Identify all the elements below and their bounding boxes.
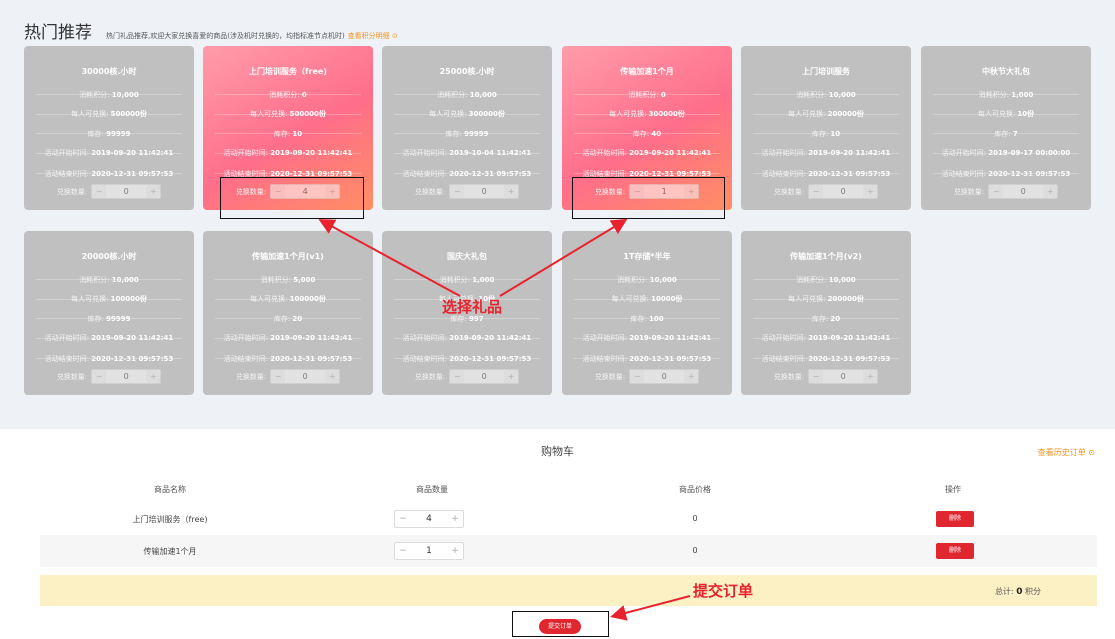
cart-total: 总计: 0 积分 xyxy=(995,586,1041,597)
total-bar: 总计: 0 积分 xyxy=(40,575,1097,606)
cart-qty-stepper[interactable]: − 4 + xyxy=(394,510,464,528)
total-value: 0 xyxy=(1016,587,1023,597)
col-header-name: 商品名称 xyxy=(154,485,186,494)
cart-row: 上门培训服务（free) − 4 + 0 删除 xyxy=(40,503,1097,535)
cart-item-name: 上门培训服务（free) xyxy=(132,515,208,524)
annotation-select-gift: 选择礼品 xyxy=(442,298,503,316)
gift-section: 热门推荐 热门礼品推荐,欢迎大家兑换喜爱的商品(涉及机时兑换的，均指标准节点机时… xyxy=(0,0,1115,429)
cart-row: 传输加速1个月 − 1 + 0 删除 xyxy=(40,535,1097,567)
order-history-link[interactable]: 查看历史订单 ⊙ xyxy=(1038,447,1095,458)
submit-order-button[interactable]: 提交订单 xyxy=(539,619,581,634)
cart-qty-value[interactable]: 4 xyxy=(411,511,447,527)
total-label: 总计: xyxy=(994,587,1014,596)
decrement-button[interactable]: − xyxy=(395,511,411,527)
cart-item-price: 0 xyxy=(692,546,698,555)
annotation-arrows-select xyxy=(318,218,628,297)
col-header-price: 商品价格 xyxy=(679,485,711,494)
col-header-action: 操作 xyxy=(945,485,961,494)
decrement-button[interactable]: − xyxy=(395,543,411,559)
col-header-qty: 商品数量 xyxy=(416,485,448,494)
cart-qty-value[interactable]: 1 xyxy=(411,543,447,559)
delete-button[interactable]: 删除 xyxy=(936,511,974,527)
cart-qty-stepper[interactable]: − 1 + xyxy=(394,542,464,560)
cart-title: 购物车 xyxy=(541,445,574,458)
increment-button[interactable]: + xyxy=(447,543,463,559)
increment-button[interactable]: + xyxy=(447,511,463,527)
total-unit: 积分 xyxy=(1025,587,1041,596)
annotation-submit-order: 提交订单 xyxy=(693,582,754,600)
delete-button[interactable]: 删除 xyxy=(936,543,974,559)
cart-item-name: 传输加速1个月 xyxy=(143,547,197,556)
cart-item-price: 0 xyxy=(692,514,698,523)
